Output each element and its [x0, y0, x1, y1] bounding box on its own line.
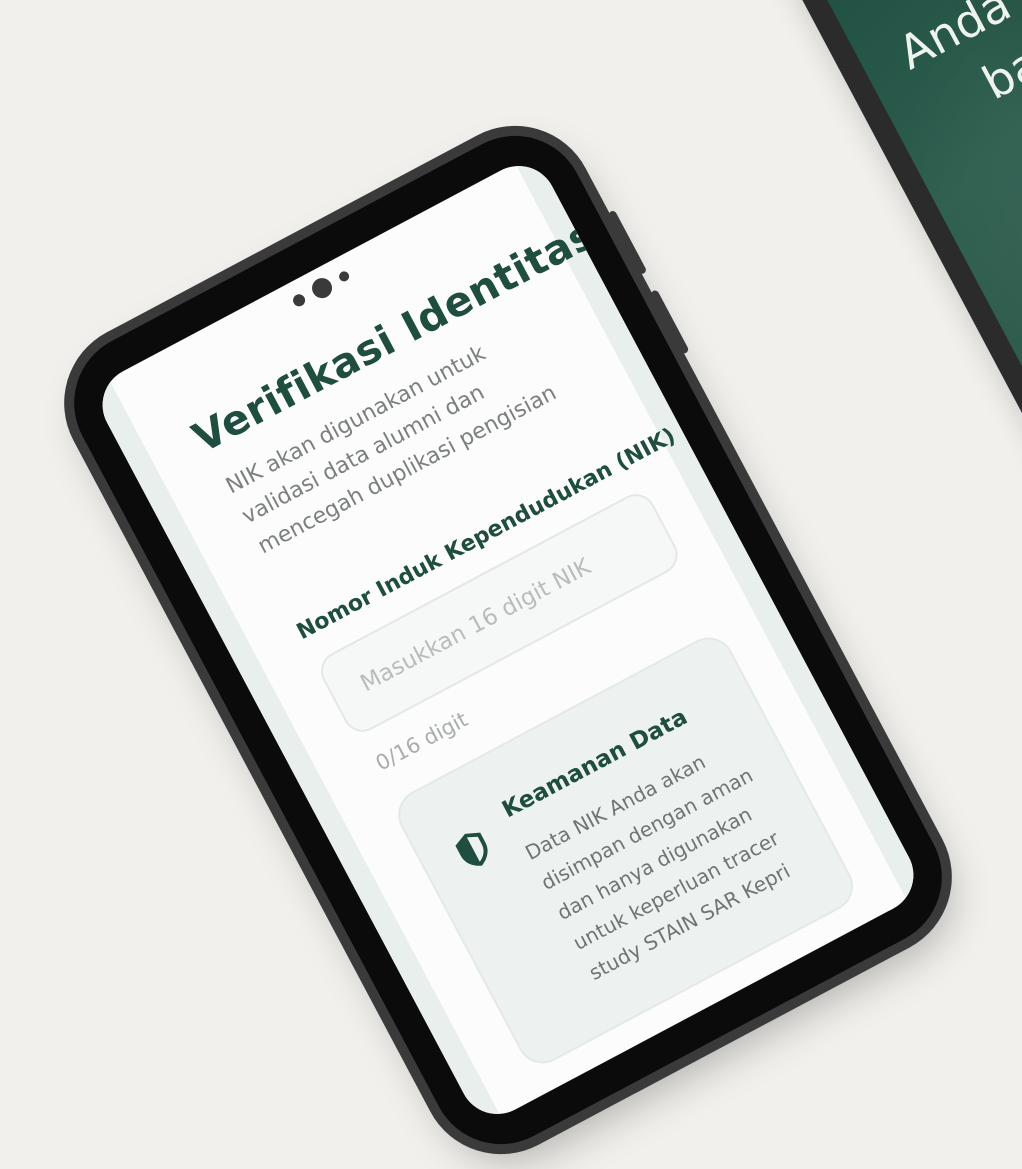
nik-input[interactable]	[354, 526, 645, 699]
security-info-card: Keamanan Data Data NIK Anda akan disimpa…	[389, 628, 863, 1073]
verification-form: Verifikasi Identitas NIK akan digunakan …	[185, 210, 863, 1073]
background-tablet-screen: Anda ba pe	[781, 0, 1022, 511]
tablet-device: Verifikasi Identitas NIK akan digunakan …	[49, 111, 967, 1169]
shield-icon	[455, 832, 488, 866]
background-tablet-text: Anda ba pe	[887, 0, 1022, 202]
background-tablet: Anda ba pe	[751, 0, 1022, 540]
